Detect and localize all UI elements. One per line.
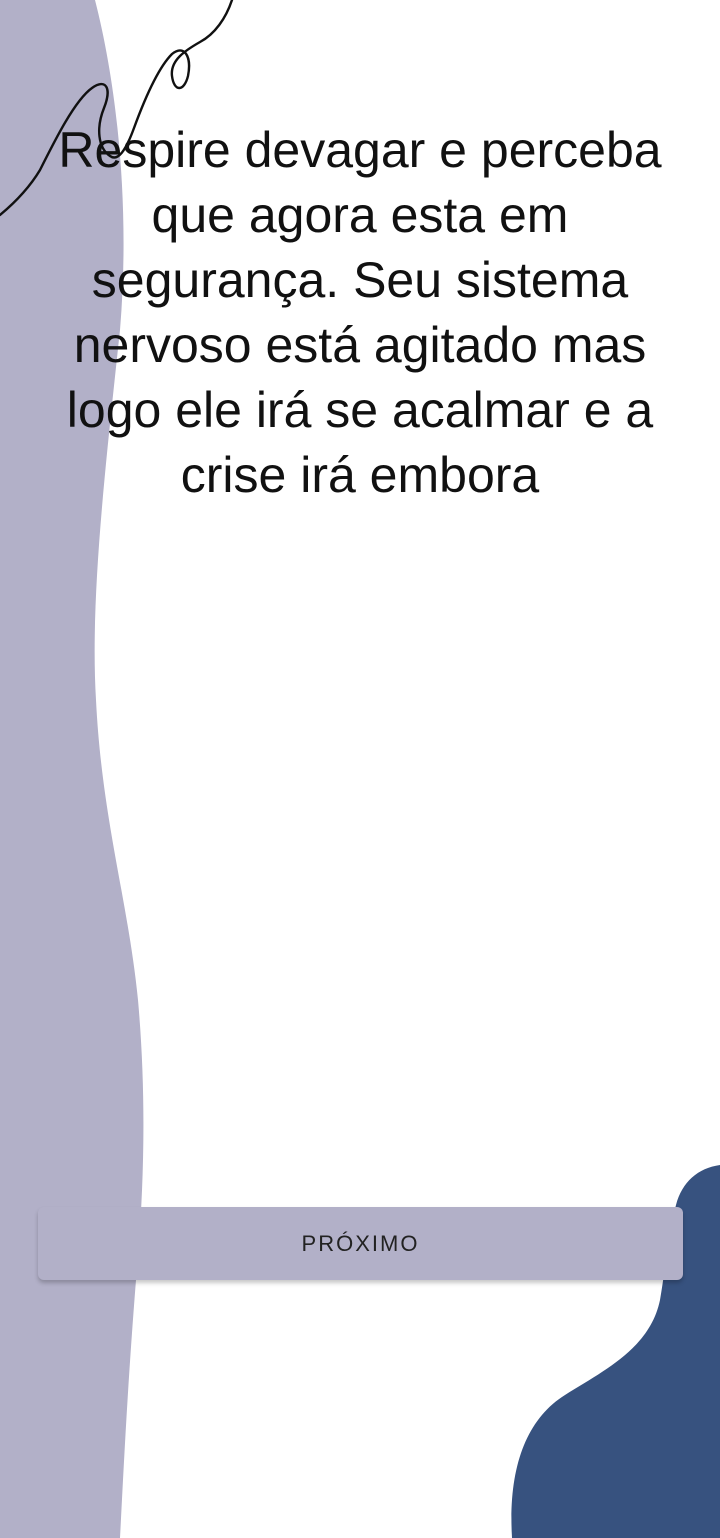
- screen: Respire devagar e perceba que agora esta…: [0, 0, 720, 1538]
- calming-message: Respire devagar e perceba que agora esta…: [58, 122, 662, 503]
- next-button[interactable]: PRÓXIMO: [38, 1207, 683, 1280]
